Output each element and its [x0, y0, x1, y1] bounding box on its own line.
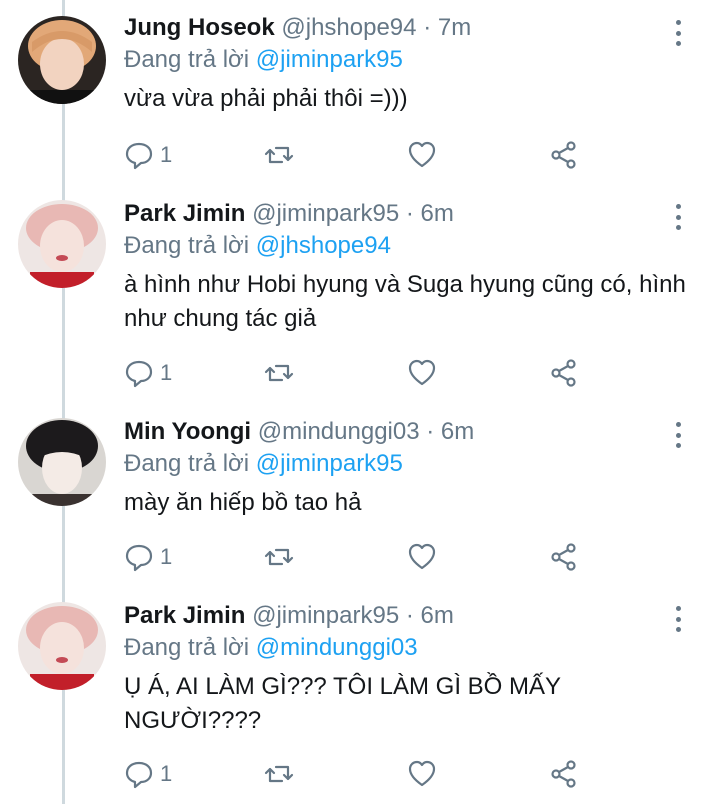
handle[interactable]: @jiminpark95: [252, 200, 399, 227]
reply-button[interactable]: 1: [124, 140, 172, 170]
share-icon: [551, 543, 576, 571]
heart-icon: [408, 760, 436, 787]
reply-context: Đang trả lời @mindunggi03: [124, 632, 690, 664]
tweet-text: mày ăn hiếp bồ tao hả: [124, 489, 362, 516]
like-button[interactable]: [407, 358, 437, 388]
timestamp[interactable]: · 6m: [406, 602, 454, 629]
retweet-icon: [264, 364, 294, 382]
like-button[interactable]: [407, 140, 437, 170]
heart-icon: [408, 543, 436, 570]
tweet-content: Min Yoongi @mindunggi03 · 6m Đang trả lờ…: [124, 416, 690, 520]
tweet-header: Park Jimin @jiminpark95 · 6m: [124, 600, 690, 632]
reply-button[interactable]: 1: [124, 542, 172, 572]
retweet-button[interactable]: [264, 140, 294, 170]
reply-button[interactable]: 1: [124, 358, 172, 388]
avatar-image: [18, 200, 106, 288]
reply-icon: [125, 544, 153, 572]
avatar-image: [18, 602, 106, 690]
tweet-text: vừa vừa phải phải thôi =))): [124, 85, 408, 112]
reply-mention-link[interactable]: @jhshope94: [256, 232, 391, 259]
reply-count: 1: [160, 142, 173, 167]
display-name[interactable]: Park Jimin: [124, 200, 245, 227]
tweet-content: Jung Hoseok @jhshope94 · 7m Đang trả lời…: [124, 12, 690, 116]
timestamp[interactable]: · 6m: [426, 418, 474, 445]
reply-prefix: Đang trả lời: [124, 634, 250, 661]
reply-count: 1: [160, 544, 173, 569]
action-bar: 1: [124, 542, 584, 572]
share-button[interactable]: [549, 759, 579, 789]
display-name[interactable]: Min Yoongi: [124, 418, 251, 445]
display-name[interactable]: Jung Hoseok: [124, 14, 275, 41]
retweet-button[interactable]: [264, 358, 294, 388]
avatar[interactable]: [18, 602, 106, 690]
tweet-content: Park Jimin @jiminpark95 · 6m Đang trả lờ…: [124, 198, 690, 336]
handle[interactable]: @jiminpark95: [252, 602, 399, 629]
tweet-header: Park Jimin @jiminpark95 · 6m: [124, 198, 690, 230]
reply-prefix: Đang trả lời: [124, 450, 250, 477]
action-bar: 1: [124, 358, 584, 388]
reply-context: Đang trả lời @jiminpark95: [124, 448, 690, 480]
share-icon: [551, 359, 576, 387]
reply-mention-link[interactable]: @jiminpark95: [256, 46, 403, 73]
retweet-icon: [264, 765, 294, 783]
heart-icon: [408, 359, 436, 386]
reply-prefix: Đang trả lời: [124, 46, 250, 73]
share-icon: [551, 760, 576, 788]
share-button[interactable]: [549, 358, 579, 388]
avatar[interactable]: [18, 418, 106, 506]
tweet-header: Min Yoongi @mindunggi03 · 6m: [124, 416, 690, 448]
heart-icon: [408, 141, 436, 168]
retweet-icon: [264, 548, 294, 566]
avatar-image: [18, 16, 106, 104]
avatar[interactable]: [18, 200, 106, 288]
handle[interactable]: @jhshope94: [281, 14, 416, 41]
handle[interactable]: @mindunggi03: [258, 418, 420, 445]
reply-icon: [125, 142, 153, 170]
share-icon: [551, 141, 576, 169]
reply-context: Đang trả lời @jhshope94: [124, 230, 690, 262]
reply-mention-link[interactable]: @mindunggi03: [256, 634, 418, 661]
action-bar: 1: [124, 140, 584, 170]
share-button[interactable]: [549, 140, 579, 170]
reply-count: 1: [160, 360, 173, 385]
timestamp[interactable]: · 6m: [406, 200, 454, 227]
reply-mention-link[interactable]: @jiminpark95: [256, 450, 403, 477]
action-bar: 1: [124, 759, 584, 789]
reply-button[interactable]: 1: [124, 759, 172, 789]
reply-icon: [125, 360, 153, 388]
tweet-text: Ụ Á, AI LÀM GÌ??? TÔI LÀM GÌ BỒ MẤY NGƯỜ…: [124, 673, 561, 734]
tweet-content: Park Jimin @jiminpark95 · 6m Đang trả lờ…: [124, 600, 690, 738]
avatar[interactable]: [18, 16, 106, 104]
reply-context: Đang trả lời @jiminpark95: [124, 44, 690, 76]
retweet-button[interactable]: [264, 759, 294, 789]
avatar-image: [18, 418, 106, 506]
reply-prefix: Đang trả lời: [124, 232, 250, 259]
tweet-header: Jung Hoseok @jhshope94 · 7m: [124, 12, 690, 44]
reply-count: 1: [160, 761, 173, 786]
tweet-text: à hình như Hobi hyung và Suga hyung cũng…: [124, 271, 686, 332]
like-button[interactable]: [407, 759, 437, 789]
retweet-button[interactable]: [264, 542, 294, 572]
retweet-icon: [264, 146, 294, 164]
timestamp[interactable]: · 7m: [423, 14, 471, 41]
display-name[interactable]: Park Jimin: [124, 602, 245, 629]
like-button[interactable]: [407, 542, 437, 572]
reply-icon: [125, 761, 153, 789]
share-button[interactable]: [549, 542, 579, 572]
